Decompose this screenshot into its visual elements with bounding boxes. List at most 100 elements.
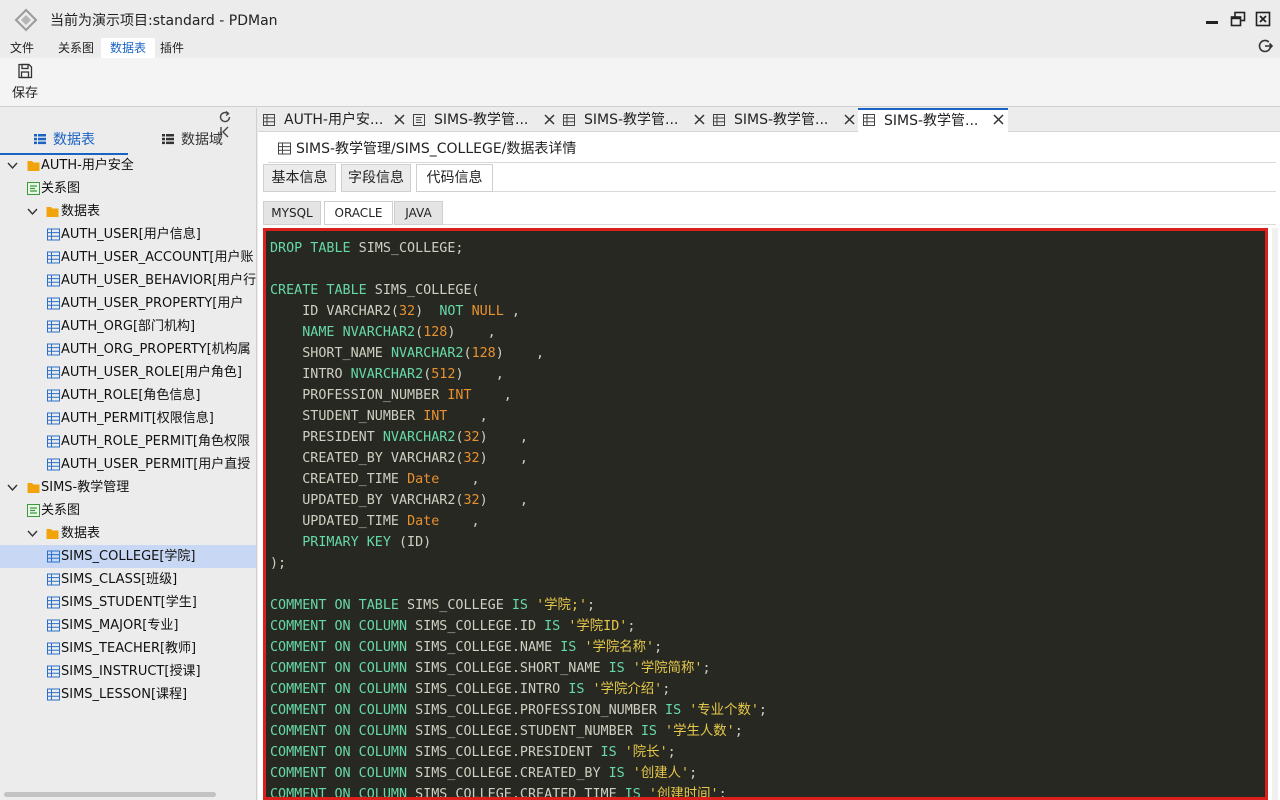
tree-item-table[interactable]: AUTH_USER_ROLE[用户角色] (0, 361, 256, 384)
tab-oracle[interactable]: ORACLE (324, 201, 393, 225)
table-icon (47, 251, 60, 264)
code-token: COMMENT ON COLUMN (270, 703, 408, 718)
document-tab[interactable]: SIMS-教学管... (858, 108, 1008, 132)
tab-code-info[interactable]: 代码信息 (416, 164, 493, 192)
tree-item-table[interactable]: SIMS_MAJOR[专业] (0, 614, 256, 637)
tree-item-table[interactable]: AUTH_ORG_PROPERTY[机构属 (0, 338, 256, 361)
code-token: '创建人' (632, 766, 690, 781)
table-icon (47, 435, 60, 448)
menu-file[interactable]: 文件 (1, 38, 43, 58)
tree-item-table[interactable]: SIMS_INSTRUCT[授课] (0, 660, 256, 683)
code-token: IS (624, 787, 641, 800)
tree-item-table[interactable]: AUTH_ROLE_PERMIT[角色权限 (0, 430, 256, 453)
code-token: , (439, 472, 480, 487)
close-tab-icon[interactable] (393, 113, 406, 126)
menu-diagram[interactable]: 关系图 (49, 38, 103, 58)
code-editor[interactable]: DROP TABLE SIMS_COLLEGE; CREATE TABLE SIM… (263, 228, 1268, 800)
tree-item-label: AUTH_USER_BEHAVIOR[用户行 (61, 273, 257, 288)
code-token: IS (511, 598, 528, 613)
tab-java[interactable]: JAVA (394, 201, 443, 225)
tree-item-module[interactable]: AUTH-用户安全 (0, 154, 256, 177)
close-tab-icon[interactable] (992, 113, 1005, 126)
table-icon (263, 114, 275, 126)
tab-domains[interactable]: 数据域 (128, 127, 256, 155)
code-line: COMMENT ON COLUMN SIMS_COLLEGE.CREATED_B… (270, 763, 767, 784)
document-tab-label: SIMS-教学管... (584, 112, 679, 128)
refresh-tree-icon[interactable] (218, 110, 232, 124)
tree-item-table[interactable]: AUTH_ORG[部门机构] (0, 315, 256, 338)
tree-item-table[interactable]: SIMS_LESSON[课程] (0, 683, 256, 706)
tree-item-table[interactable]: AUTH_USER_ACCOUNT[用户账 (0, 246, 256, 269)
code-line: COMMENT ON TABLE SIMS_COLLEGE IS '学院;'; (270, 595, 767, 616)
tree-item-table[interactable]: AUTH_PERMIT[权限信息] (0, 407, 256, 430)
tree-item-label: AUTH-用户安全 (41, 158, 134, 173)
tree-item-table[interactable]: AUTH_USER_BEHAVIOR[用户行 (0, 269, 257, 292)
code-line: COMMENT ON COLUMN SIMS_COLLEGE.STUDENT_N… (270, 721, 767, 742)
document-tab[interactable]: AUTH-用户安... (258, 108, 405, 132)
table-icon (47, 458, 60, 471)
vertical-scrollbar[interactable] (1272, 228, 1278, 800)
tree-item-diagram[interactable]: 关系图 (0, 499, 256, 522)
refresh-icon[interactable] (1256, 37, 1274, 55)
tree-item-table[interactable]: SIMS_TEACHER[教师] (0, 637, 256, 660)
menu-plugins[interactable]: 插件 (151, 38, 193, 58)
code-token: 128 (423, 325, 448, 340)
tree-item-table[interactable]: AUTH_ROLE[角色信息] (0, 384, 256, 407)
code-token: ) (415, 304, 440, 319)
code-line: PROFESSION_NUMBER INT , (270, 385, 767, 406)
code-token: SIMS_COLLEGE.INTRO (407, 682, 569, 697)
code-token: SIMS_COLLEGE.STUDENT_NUMBER (407, 724, 641, 739)
code-line: COMMENT ON COLUMN SIMS_COLLEGE.NAME IS '… (270, 637, 767, 658)
ddl-code: DROP TABLE SIMS_COLLEGE; CREATE TABLE SIM… (270, 238, 767, 800)
menu-tables[interactable]: 数据表 (101, 38, 156, 58)
tree-item-table[interactable]: AUTH_USER[用户信息] (0, 223, 256, 246)
tab-basic-info[interactable]: 基本信息 (263, 164, 336, 192)
code-token: Date (407, 472, 440, 487)
code-token: NVARCHAR2 (342, 325, 416, 340)
tree-item-folder[interactable]: 数据表 (0, 522, 256, 545)
code-token: IS (640, 724, 657, 739)
document-tab[interactable]: SIMS-教学管... (558, 108, 705, 132)
code-token: '学院简称' (632, 661, 703, 676)
code-token: (ID) (390, 535, 432, 550)
code-token: UPDATED_TIME (270, 514, 408, 529)
save-button[interactable]: 保存 (8, 63, 42, 103)
tree-item-table[interactable]: SIMS_CLASS[班级] (0, 568, 256, 591)
tree-item-table[interactable]: AUTH_USER_PROPERTY[用户 (0, 292, 256, 315)
table-grid-icon (34, 134, 46, 145)
tab-tables[interactable]: 数据表 (0, 127, 128, 155)
tree-item-table[interactable]: SIMS_COLLEGE[学院] (0, 545, 256, 568)
minimize-icon[interactable] (1204, 11, 1220, 27)
code-line: STUDENT_NUMBER INT , (270, 406, 767, 427)
tree-item-table[interactable]: AUTH_USER_PERMIT[用户直授 (0, 453, 256, 476)
tab-tables-label: 数据表 (53, 132, 95, 148)
table-icon (47, 274, 60, 287)
table-icon (47, 642, 60, 655)
table-icon (278, 142, 291, 155)
code-token: ) , (455, 367, 504, 382)
tree-item-folder[interactable]: 数据表 (0, 200, 256, 223)
table-icon (47, 573, 60, 586)
close-tab-icon[interactable] (693, 113, 706, 126)
document-tab[interactable]: SIMS-教学管... (708, 108, 855, 132)
code-token: , (471, 388, 512, 403)
restore-icon[interactable] (1230, 11, 1246, 27)
document-tab[interactable]: SIMS-教学管... (408, 108, 555, 132)
code-token: COMMENT ON COLUMN (270, 619, 408, 634)
tree-item-module[interactable]: SIMS-教学管理 (0, 476, 256, 499)
close-tab-icon[interactable] (543, 113, 556, 126)
close-tab-icon[interactable] (843, 113, 856, 126)
code-token: COMMENT ON COLUMN (270, 724, 408, 739)
close-window-icon[interactable] (1255, 11, 1271, 27)
code-line: COMMENT ON COLUMN SIMS_COLLEGE.SHORT_NAM… (270, 658, 767, 679)
breadcrumb: SIMS-教学管理/SIMS_COLLEGE/数据表详情 (278, 139, 576, 159)
tab-mysql[interactable]: MYSQL (263, 201, 321, 225)
tree-item-table[interactable]: SIMS_STUDENT[学生] (0, 591, 256, 614)
horizontal-scrollbar[interactable] (4, 792, 216, 797)
tab-field-info[interactable]: 字段信息 (341, 164, 411, 192)
code-line: COMMENT ON COLUMN SIMS_COLLEGE.PROFESSIO… (270, 700, 767, 721)
diagram-icon (27, 504, 40, 517)
tree-item-diagram[interactable]: 关系图 (0, 177, 256, 200)
